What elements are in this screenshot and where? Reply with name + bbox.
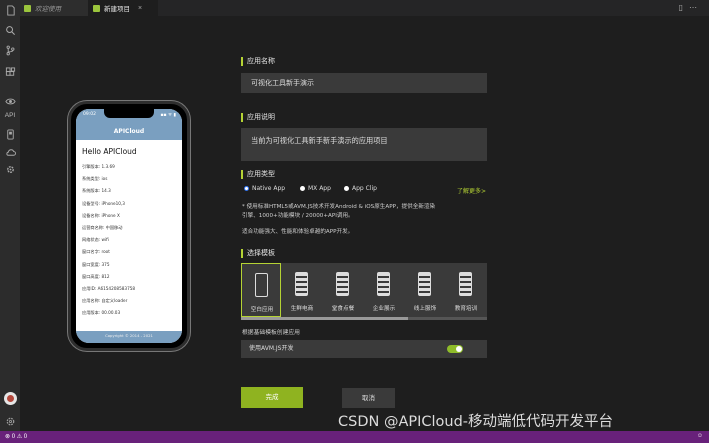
app-type-radio-group: Native App MX App App Clip <box>244 185 487 194</box>
template-apparel[interactable]: 线上服饰 <box>405 263 445 317</box>
template-thumbnail-icon <box>377 272 390 296</box>
phone-footer: Copyright © 2014 - 2021 <box>76 331 182 343</box>
app-desc-label: 应用说明 <box>241 113 275 122</box>
template-label-text: 堂食点餐 <box>331 306 355 312</box>
radio-icon <box>300 186 305 191</box>
type-description-line: 适合功能强大、性能和体验卓越的APP开发。 <box>242 229 354 235</box>
info-line: 运营商名称: 中国移动 <box>82 224 123 230</box>
activity-bar: API <box>0 0 20 431</box>
more-actions-icon[interactable]: ⋯ <box>689 3 703 12</box>
template-label-text: 企业展示 <box>372 306 396 312</box>
file-icon <box>93 4 100 12</box>
info-line: 窗口高度: 812 <box>82 273 110 279</box>
type-description-line: * 使用标准HTML5或AVM.JS技术开发Android & iOS原生APP… <box>242 204 436 210</box>
phone-notch <box>104 109 154 118</box>
radio-label: Native App <box>252 185 286 192</box>
template-scrollbar-thumb[interactable] <box>241 317 408 320</box>
template-label-text: 空白应用 <box>250 307 274 313</box>
template-thumbnail-icon <box>459 272 472 296</box>
phone-body: Hello APICloud 引擎版本: 1.3.69 系统类型: ios 系统… <box>82 147 180 319</box>
template-scrollbar[interactable] <box>241 317 487 320</box>
radio-label: MX App <box>308 185 331 192</box>
app-type-label: 应用类型 <box>241 170 275 179</box>
app-name-input[interactable]: 可视化工具新手演示 <box>241 73 487 93</box>
watermark: CSDN @APICloud-移动端低代码开发平台 <box>338 414 614 430</box>
app-desc-input[interactable]: 当前为可视化工具新手新手演示的应用项目 <box>241 128 487 161</box>
extensions-icon[interactable] <box>4 66 16 78</box>
info-line: 应用ID: A6154208583758 <box>82 285 136 291</box>
phone-time: 09:02 <box>83 112 96 117</box>
radio-icon <box>344 186 349 191</box>
template-label-text: 教育培训 <box>454 306 478 312</box>
radio-selected-icon <box>244 186 249 191</box>
files-icon[interactable] <box>4 4 16 16</box>
type-description-line: 引擎、1000+功能模块 / 20000+API调用。 <box>242 213 354 219</box>
template-dine-in[interactable]: 堂食点餐 <box>323 263 363 317</box>
done-button[interactable]: 完成 <box>241 387 303 408</box>
info-line: 引擎版本: 1.3.69 <box>82 164 115 169</box>
radio-label: App Clip <box>352 185 377 192</box>
search-icon[interactable] <box>4 24 16 36</box>
ide-window: API 欢迎使用 新建项目 × ▯⋯ 09:02 ▪▪ ᯤ ▮ APICloud… <box>0 0 709 443</box>
blank-template-icon <box>255 273 268 297</box>
info-line: 应用名称: 自定义loader <box>82 298 128 304</box>
file-icon <box>24 4 31 12</box>
radio-app-clip[interactable]: App Clip <box>344 185 377 192</box>
phone-screen: 09:02 ▪▪ ᯤ ▮ APICloud Hello APICloud 引擎版… <box>76 109 182 343</box>
close-icon[interactable]: × <box>138 5 142 12</box>
avatar[interactable] <box>4 392 17 405</box>
info-line: 窗口名字: root <box>82 249 110 255</box>
info-line: 系统版本: 14.3 <box>82 188 111 194</box>
phone-title: APICloud <box>113 128 145 135</box>
avm-label: 使用AVM.JS开发 <box>249 345 294 352</box>
radio-mx-app[interactable]: MX App <box>300 185 331 192</box>
avm-option-row: 使用AVM.JS开发 <box>241 340 487 358</box>
info-line: 设备名称: iPhone X <box>82 212 120 218</box>
info-line: 设备型号: iPhone10,3 <box>82 200 125 206</box>
template-label: 选择模板 <box>241 249 275 258</box>
tab-new-project-label: 新建项目 <box>104 6 130 13</box>
cloud-icon[interactable] <box>4 146 16 158</box>
template-enterprise[interactable]: 企业展示 <box>364 263 404 317</box>
gear-puzzle-icon[interactable] <box>4 163 16 175</box>
template-label-text: 生鲜电商 <box>290 306 314 312</box>
template-blank[interactable]: 空白应用 <box>241 263 281 317</box>
cancel-button[interactable]: 取消 <box>342 388 395 408</box>
avm-toggle[interactable] <box>447 345 463 353</box>
settings-icon[interactable] <box>4 415 16 427</box>
problems-indicator[interactable]: ⊗ 0 ⚠ 0 <box>5 433 27 440</box>
editor-actions: ▯⋯ <box>679 3 703 12</box>
tab-bar: 欢迎使用 新建项目 × ▯⋯ <box>20 0 709 16</box>
info-line: 窗口宽度: 375 <box>82 261 110 267</box>
template-thumbnail-icon <box>295 272 308 296</box>
feedback-icon[interactable]: ☺ <box>697 433 703 439</box>
source-control-icon[interactable] <box>4 44 16 56</box>
api-icon[interactable]: API <box>2 112 18 119</box>
phone-hello: Hello APICloud <box>82 147 137 156</box>
radio-native-app[interactable]: Native App <box>244 185 285 192</box>
tab-welcome[interactable]: 欢迎使用 <box>20 0 88 16</box>
template-thumbnail-icon <box>336 272 349 296</box>
template-fresh-ecommerce[interactable]: 生鲜电商 <box>282 263 322 317</box>
mobile-icon[interactable] <box>4 128 16 140</box>
info-line: 应用版本: 00.00.03 <box>82 310 121 316</box>
avm-hint-text: 根据基础模板创建应用 <box>242 330 300 336</box>
split-editor-icon[interactable]: ▯ <box>679 3 689 12</box>
template-thumbnail-icon <box>418 272 431 296</box>
template-education[interactable]: 教育培训 <box>446 263 486 317</box>
info-line: 系统类型: ios <box>82 176 108 182</box>
template-label-text: 线上服饰 <box>413 306 437 312</box>
phone-preview: 09:02 ▪▪ ᯤ ▮ APICloud Hello APICloud 引擎版… <box>68 101 190 351</box>
phone-status-icons: ▪▪ ᯤ ▮ <box>160 113 176 118</box>
status-bar: ⊗ 0 ⚠ 0 ☺ <box>0 431 709 443</box>
learn-more-link[interactable]: 了解更多> <box>457 186 486 195</box>
eye-icon[interactable] <box>4 95 16 107</box>
template-list: 空白应用 生鲜电商 堂食点餐 企业展示 线上服饰 教育培训 <box>241 263 487 320</box>
tab-welcome-label: 欢迎使用 <box>35 6 61 13</box>
info-line: 网络状态: wifi <box>82 237 109 243</box>
app-name-label: 应用名称 <box>241 57 275 66</box>
tab-new-project[interactable]: 新建项目 × <box>88 0 158 16</box>
